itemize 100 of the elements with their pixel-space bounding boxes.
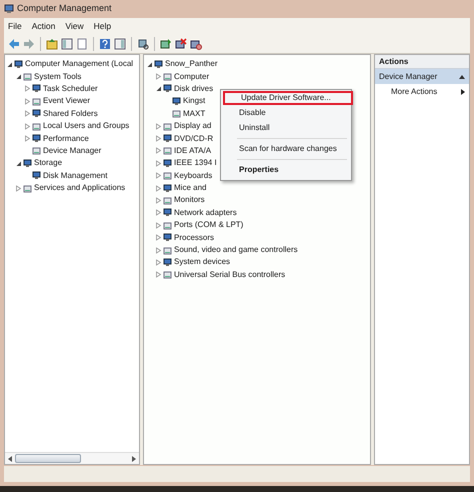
menu-item[interactable]: Properties bbox=[223, 163, 349, 177]
tree-item[interactable]: Disk Management bbox=[43, 170, 108, 182]
collapsed-arrow-icon[interactable] bbox=[155, 196, 162, 204]
device-icon bbox=[172, 96, 181, 106]
device-icon bbox=[163, 258, 172, 267]
tree-item[interactable]: Services and Applications bbox=[34, 182, 126, 194]
tree-item[interactable]: IEEE 1394 I bbox=[174, 157, 217, 170]
tree-item[interactable]: IDE ATA/A bbox=[174, 144, 212, 157]
window-title: Computer Management bbox=[17, 2, 112, 16]
tree-item[interactable]: System Tools bbox=[34, 70, 82, 83]
device-icon bbox=[163, 146, 172, 156]
device-icon bbox=[163, 171, 172, 180]
collapsed-arrow-icon[interactable] bbox=[155, 209, 162, 216]
tree-item[interactable]: Kingst bbox=[183, 95, 206, 108]
tree-item[interactable]: Computer bbox=[174, 70, 210, 83]
device-icon bbox=[163, 208, 172, 218]
collapsed-arrow-icon[interactable] bbox=[155, 258, 162, 266]
device-icon bbox=[172, 109, 181, 118]
update-icon[interactable] bbox=[160, 38, 172, 50]
device-icon bbox=[23, 184, 32, 193]
action-label: More Actions bbox=[391, 86, 438, 98]
tree-item[interactable]: Mice and bbox=[174, 182, 206, 194]
tree-item[interactable]: MAXT bbox=[183, 108, 206, 120]
expanded-arrow-icon[interactable] bbox=[146, 60, 153, 68]
collapsed-arrow-icon[interactable] bbox=[155, 271, 162, 278]
device-icon bbox=[32, 146, 41, 156]
device-icon bbox=[32, 134, 41, 144]
menu-item[interactable]: Scan for hardware changes bbox=[223, 142, 349, 156]
collapsed-arrow-icon[interactable] bbox=[24, 110, 31, 118]
section-header[interactable]: Device Manager bbox=[375, 69, 469, 84]
tree-item[interactable]: Shared Folders bbox=[43, 108, 98, 120]
tree-item[interactable]: Storage bbox=[34, 157, 62, 170]
back-arrow-icon[interactable] bbox=[8, 38, 20, 50]
collapsed-arrow-icon[interactable] bbox=[155, 160, 162, 167]
tree-item[interactable]: Processors bbox=[174, 232, 214, 244]
collapsed-arrow-icon[interactable] bbox=[155, 234, 162, 242]
collapsed-arrow-icon[interactable] bbox=[155, 73, 162, 80]
disable-icon[interactable] bbox=[190, 38, 202, 50]
collapsed-arrow-icon[interactable] bbox=[155, 184, 162, 192]
document-icon[interactable] bbox=[76, 38, 88, 50]
scroll-right-icon bbox=[132, 456, 136, 462]
collapsed-arrow-icon[interactable] bbox=[155, 122, 162, 130]
expanded-arrow-icon[interactable] bbox=[6, 60, 13, 68]
forward-arrow-icon[interactable] bbox=[23, 38, 35, 50]
action-item[interactable]: More Actions bbox=[375, 84, 469, 99]
tree-item[interactable]: Ports (COM & LPT) bbox=[174, 219, 244, 232]
tree-item[interactable]: System devices bbox=[174, 256, 230, 268]
uninstall-icon[interactable] bbox=[175, 38, 187, 50]
collapsed-arrow-icon[interactable] bbox=[15, 184, 22, 192]
tree-item[interactable]: Computer Management (Local bbox=[25, 58, 134, 70]
expanded-arrow-icon[interactable] bbox=[15, 160, 22, 167]
device-icon bbox=[23, 72, 32, 82]
help-icon[interactable] bbox=[99, 38, 111, 50]
tree-item[interactable]: Keyboards bbox=[174, 170, 212, 182]
pane-icon[interactable] bbox=[114, 38, 126, 50]
tree-item[interactable]: Task Scheduler bbox=[43, 82, 98, 95]
collapsed-arrow-icon[interactable] bbox=[155, 147, 162, 154]
device-icon bbox=[163, 84, 172, 94]
collapsed-arrow-icon[interactable] bbox=[24, 122, 31, 130]
collapse-arrow-icon bbox=[459, 74, 465, 78]
tree-item[interactable]: Local Users and Groups bbox=[43, 120, 130, 132]
tree-item[interactable]: Universal Serial Bus controllers bbox=[174, 268, 286, 281]
pane-icon[interactable] bbox=[61, 38, 73, 50]
collapsed-arrow-icon[interactable] bbox=[155, 222, 162, 229]
menu-item[interactable]: Disable bbox=[223, 106, 349, 120]
tree-item[interactable]: DVD/CD-R bbox=[174, 132, 214, 145]
menu-item[interactable]: Action bbox=[32, 20, 56, 32]
collapsed-arrow-icon[interactable] bbox=[155, 246, 162, 254]
menu-item[interactable]: Uninstall bbox=[223, 121, 349, 135]
collapsed-arrow-icon[interactable] bbox=[155, 172, 162, 180]
tree-item[interactable]: Sound, video and game controllers bbox=[174, 244, 298, 256]
tree-item[interactable]: Network adapters bbox=[174, 206, 237, 219]
collapsed-arrow-icon[interactable] bbox=[155, 135, 162, 142]
menu-item[interactable]: View bbox=[65, 20, 84, 32]
tree-item[interactable]: Device Manager bbox=[43, 144, 102, 157]
device-icon bbox=[163, 72, 172, 82]
collapsed-arrow-icon[interactable] bbox=[24, 85, 31, 92]
expanded-arrow-icon[interactable] bbox=[155, 85, 162, 92]
tree-item[interactable]: Disk drives bbox=[174, 82, 214, 95]
collapsed-arrow-icon[interactable] bbox=[24, 135, 31, 142]
menu-item[interactable]: Update Driver Software... bbox=[223, 91, 353, 105]
tree-item[interactable]: Display ad bbox=[174, 120, 212, 132]
horizontal-scrollbar[interactable] bbox=[5, 452, 139, 464]
device-icon bbox=[163, 134, 172, 144]
device-icon bbox=[163, 184, 172, 193]
tree-item[interactable]: Snow_Panther bbox=[165, 58, 218, 70]
collapsed-arrow-icon[interactable] bbox=[24, 98, 31, 105]
device-icon bbox=[163, 122, 172, 131]
menu-item[interactable]: File bbox=[8, 20, 22, 32]
tree-item[interactable]: Event Viewer bbox=[43, 95, 90, 108]
device-icon bbox=[32, 96, 41, 106]
folder-icon[interactable] bbox=[46, 38, 58, 50]
tree-item[interactable]: Performance bbox=[43, 132, 89, 145]
device-icon bbox=[163, 233, 172, 242]
device-icon bbox=[163, 270, 172, 280]
scan-icon[interactable] bbox=[137, 38, 149, 50]
expanded-arrow-icon[interactable] bbox=[15, 73, 22, 80]
menu-item[interactable]: Help bbox=[94, 20, 112, 32]
device-icon bbox=[23, 158, 32, 168]
tree-item[interactable]: Monitors bbox=[174, 194, 205, 206]
